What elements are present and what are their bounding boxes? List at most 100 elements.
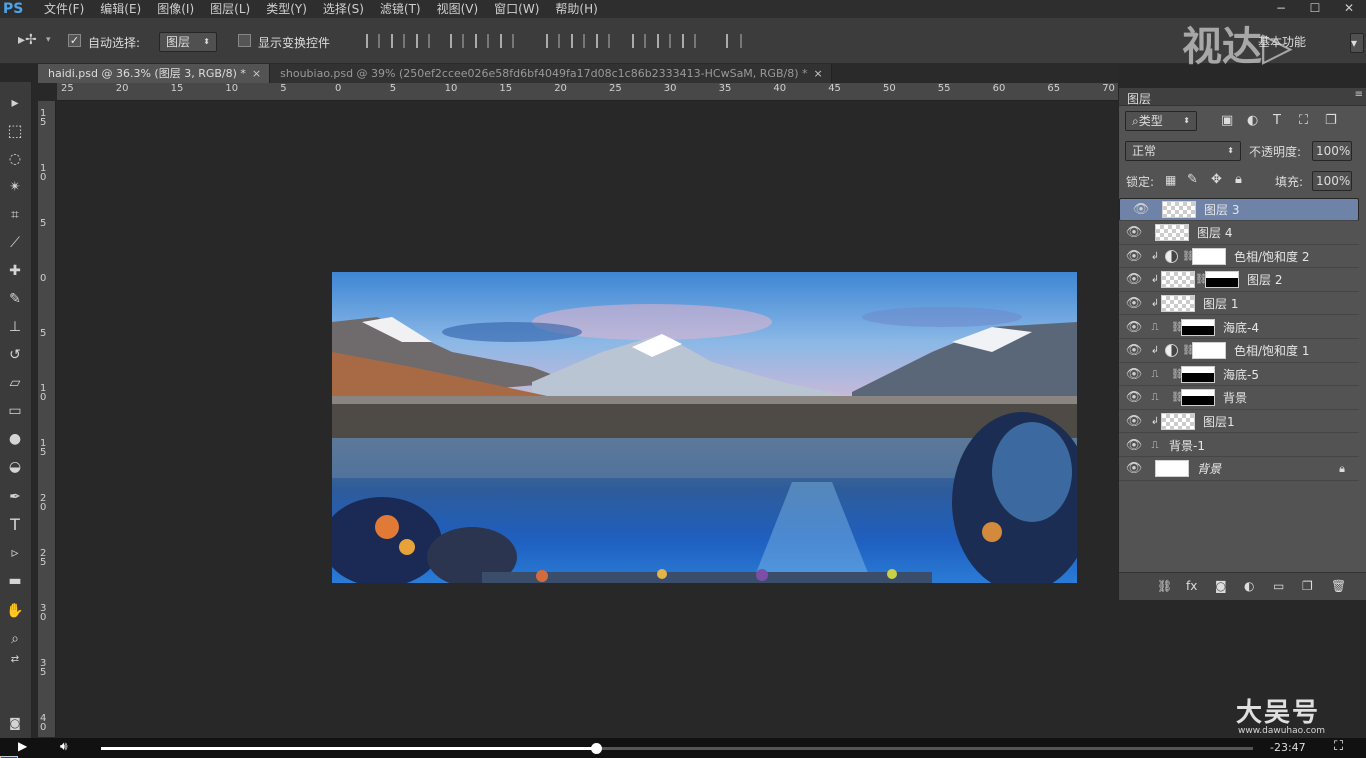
eye-icon[interactable]: 👁︎ [1119, 343, 1149, 358]
lock-transparent-icon[interactable]: ▦ [1165, 173, 1176, 187]
layer-mask-thumbnail[interactable] [1181, 318, 1215, 336]
eye-icon[interactable]: 👁︎ [1119, 367, 1149, 382]
eye-icon[interactable]: 👁︎ [1119, 225, 1149, 240]
new-layer-icon[interactable]: ❐ [1302, 579, 1313, 593]
chain-icon[interactable]: ⛓ [1171, 369, 1184, 380]
mask-icon[interactable]: ◙ [1215, 579, 1227, 593]
filter-smart-object-icon[interactable]: ❐ [1325, 113, 1337, 128]
distribute-right-icon[interactable] [682, 34, 696, 48]
align-bottom-icon[interactable] [416, 34, 430, 48]
eraser-tool-icon[interactable]: ▱ [4, 372, 26, 394]
tab-haidi[interactable]: haidi.psd @ 36.3% (图层 3, RGB/8) * × [38, 64, 271, 83]
layer-mask-thumbnail[interactable] [1205, 271, 1239, 289]
auto-align-icon[interactable] [726, 34, 742, 48]
workspace-select[interactable]: 基本功能 [1252, 33, 1346, 53]
layer-thumbnail[interactable] [1155, 224, 1189, 242]
chevron-down-icon[interactable]: ▾ [46, 35, 51, 45]
panel-menu-icon[interactable]: ≡ [1355, 89, 1363, 100]
filter-type-icon[interactable]: T [1273, 113, 1281, 128]
lock-all-icon[interactable]: 🔒︎ [1235, 172, 1242, 187]
layer-row[interactable]: 👁︎ 图层 4 [1119, 222, 1359, 245]
maximize-button[interactable]: ☐ [1298, 0, 1332, 18]
fullscreen-icon[interactable]: ⛶ [1334, 739, 1343, 754]
layer-thumbnail[interactable] [1161, 294, 1195, 312]
lasso-tool-icon[interactable]: ◌ [4, 148, 26, 170]
tab-shoubiao[interactable]: shoubiao.psd @ 39% (250ef2ccee026e58fd6b… [270, 64, 832, 83]
chain-icon[interactable]: ⛓ [1182, 345, 1195, 356]
layer-row[interactable]: 👁︎ ↲ ⛓ 色相/饱和度 2 [1119, 245, 1359, 269]
move-tool-icon[interactable]: ▸ [4, 92, 26, 114]
history-brush-tool-icon[interactable]: ↺ [4, 344, 26, 366]
blend-mode-select[interactable]: 正常 ⬍ [1125, 141, 1241, 161]
filter-pixel-icon[interactable]: ▣ [1221, 113, 1233, 128]
layer-name[interactable]: 图层 3 [1204, 201, 1239, 219]
distribute-bottom-icon[interactable] [596, 34, 610, 48]
align-hcenter-icon[interactable] [475, 34, 489, 48]
eye-icon[interactable]: 👁︎ [1119, 249, 1149, 264]
menu-item-9[interactable]: 帮助(H) [547, 0, 605, 18]
menu-item-3[interactable]: 图层(L) [202, 0, 258, 18]
document-image[interactable] [332, 272, 1077, 583]
menu-item-4[interactable]: 类型(Y) [258, 0, 315, 18]
menu-item-0[interactable]: 文件(F) [36, 0, 92, 18]
align-top-icon[interactable] [366, 34, 380, 48]
layer-thumbnail[interactable] [1155, 460, 1189, 478]
layer-row[interactable]: 👁︎ ⎍ ⛓ 海底-4 [1119, 316, 1359, 339]
crop-tool-icon[interactable]: ⌗ [4, 204, 26, 226]
layer-row[interactable]: 👁︎ ↲ 图层1 [1119, 410, 1359, 434]
fill-input[interactable]: 100% [1312, 171, 1352, 191]
layer-name[interactable]: 色相/饱和度 1 [1234, 342, 1310, 359]
layer-row[interactable]: 👁︎ ↲ ⛓ 色相/饱和度 1 [1119, 340, 1359, 363]
chain-icon[interactable]: ⛓ [1195, 274, 1208, 285]
swap-colors-icon[interactable]: ⇄ [4, 653, 26, 667]
distribute-hcenter-icon[interactable] [657, 34, 671, 48]
clone-stamp-tool-icon[interactable]: ⊥ [4, 316, 26, 338]
filter-shape-icon[interactable]: ⛶ [1299, 113, 1308, 128]
layer-name[interactable]: 色相/饱和度 2 [1234, 248, 1310, 265]
close-icon[interactable]: × [814, 67, 823, 80]
eye-icon[interactable]: 👁︎ [1119, 390, 1149, 405]
auto-select-checkbox[interactable] [68, 33, 81, 47]
layer-name[interactable]: 图层 2 [1247, 271, 1282, 288]
play-icon[interactable]: ▶ [18, 739, 27, 753]
menu-item-6[interactable]: 滤镜(T) [372, 0, 429, 18]
workspace-dropdown-button[interactable]: ▾ [1350, 33, 1364, 53]
layer-filter-select[interactable]: ⌕类型 ⬍ [1125, 111, 1197, 131]
type-tool-icon[interactable]: T [4, 514, 26, 536]
layer-name[interactable]: 背景 [1223, 389, 1247, 406]
eyedropper-tool-icon[interactable]: ⟋ [4, 232, 26, 254]
layer-name[interactable]: 背景-1 [1169, 437, 1205, 454]
pen-tool-icon[interactable]: ✒ [4, 486, 26, 508]
layer-thumbnail[interactable] [1162, 201, 1196, 218]
seek-handle[interactable] [591, 743, 603, 754]
distribute-left-icon[interactable] [632, 34, 646, 48]
seek-bar[interactable] [101, 743, 1253, 754]
chain-icon[interactable]: ⛓ [1182, 251, 1195, 262]
panel-title[interactable]: 图层 [1127, 90, 1151, 107]
gradient-tool-icon[interactable]: ▭ [4, 400, 26, 422]
close-button[interactable]: ✕ [1332, 0, 1366, 18]
layer-mask-thumbnail[interactable] [1181, 389, 1215, 407]
blur-tool-icon[interactable]: ● [4, 428, 26, 450]
menu-item-2[interactable]: 图像(I) [149, 0, 202, 18]
layer-name[interactable]: 图层 1 [1203, 295, 1238, 312]
layer-row[interactable]: 👁︎ ⎍ ⛓ 背景 [1119, 387, 1359, 410]
eye-icon[interactable]: 👁︎ [1126, 201, 1156, 219]
chain-icon[interactable]: ⛓ [1171, 322, 1184, 333]
volume-icon[interactable]: 🔊︎ [60, 739, 68, 754]
layer-row[interactable]: 👁︎ 背景 🔒︎ [1119, 458, 1359, 481]
adjust-icon[interactable]: ◐ [1244, 579, 1254, 593]
filter-adjustment-icon[interactable]: ◐ [1247, 113, 1258, 128]
healing-brush-tool-icon[interactable]: ✚ [4, 260, 26, 282]
eye-icon[interactable]: 👁︎ [1119, 296, 1149, 311]
layer-mask-thumbnail[interactable] [1192, 247, 1226, 265]
menu-item-1[interactable]: 编辑(E) [92, 0, 149, 18]
opacity-input[interactable]: 100% [1312, 141, 1352, 161]
trash-icon[interactable]: 🗑︎ [1331, 579, 1346, 593]
layer-row[interactable]: 👁︎ ↲ 图层 1 [1119, 292, 1359, 316]
move-tool-icon[interactable]: ▸✢ [18, 32, 37, 48]
zoom-tool-icon[interactable]: ⌕ [4, 628, 26, 650]
marquee-tool-icon[interactable]: ⬚ [4, 120, 26, 142]
eye-icon[interactable]: 👁︎ [1119, 272, 1149, 287]
layer-thumbnail[interactable] [1161, 271, 1195, 289]
